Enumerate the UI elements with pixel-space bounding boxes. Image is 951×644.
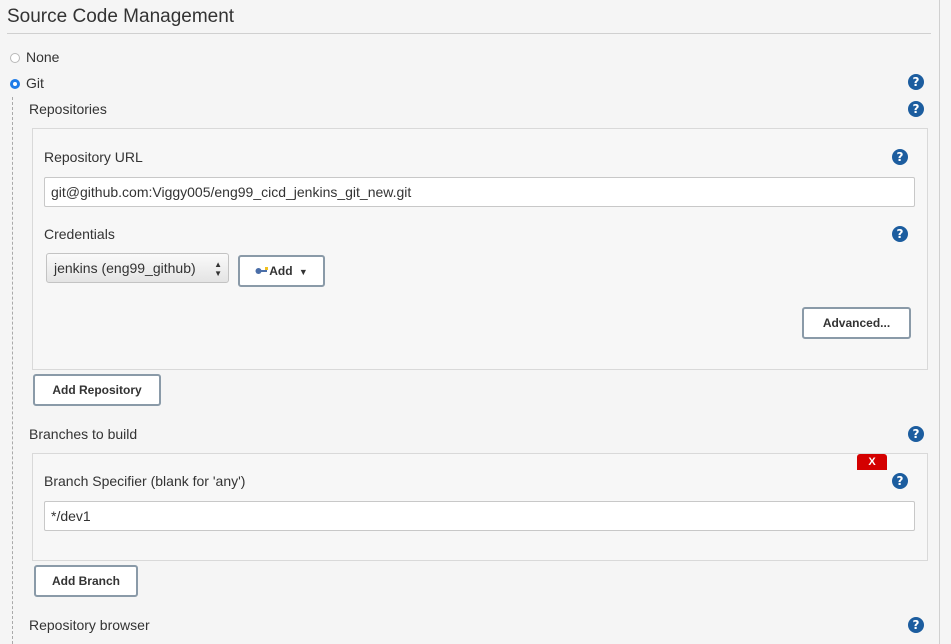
repository-url-input[interactable]: git@github.com:Viggy005/eng99_cicd_jenki…	[44, 177, 915, 207]
repository-url-help-icon[interactable]: ?	[892, 149, 908, 165]
git-help-icon[interactable]: ?	[908, 74, 924, 90]
section-title: Source Code Management	[7, 6, 235, 27]
branch-specifier-label: Branch Specifier (blank for 'any')	[44, 473, 246, 489]
git-options-indent-line	[12, 97, 13, 644]
branch-specifier-help-icon[interactable]: ?	[892, 473, 908, 489]
add-credentials-label: Add	[269, 264, 293, 278]
branches-help-icon[interactable]: ?	[908, 426, 924, 442]
repository-url-label: Repository URL	[44, 149, 143, 165]
scm-none-label[interactable]: None	[26, 49, 59, 65]
credentials-help-icon[interactable]: ?	[892, 226, 908, 242]
add-branch-button[interactable]: Add Branch	[34, 565, 138, 597]
repositories-help-icon[interactable]: ?	[908, 101, 924, 117]
repositories-label: Repositories	[29, 101, 107, 117]
key-icon	[255, 267, 269, 274]
caret-down-icon: ▼	[298, 267, 308, 277]
scm-git-radio[interactable]	[10, 79, 20, 89]
add-repository-button[interactable]: Add Repository	[33, 374, 161, 406]
repository-panel	[32, 128, 928, 370]
advanced-button[interactable]: Advanced...	[802, 307, 911, 339]
credentials-select-value: jenkins (eng99_github)	[54, 260, 196, 276]
scm-none-radio[interactable]	[10, 53, 20, 63]
page-right-border	[939, 0, 940, 644]
branches-label: Branches to build	[29, 426, 138, 442]
title-divider	[7, 33, 931, 34]
repository-browser-label: Repository browser	[29, 617, 150, 633]
add-credentials-button[interactable]: Add ▼	[238, 255, 325, 287]
delete-branch-button[interactable]: X	[857, 454, 887, 470]
repository-browser-help-icon[interactable]: ?	[908, 617, 924, 633]
branch-specifier-input[interactable]: */dev1	[44, 501, 915, 531]
credentials-select[interactable]: jenkins (eng99_github) ▲ ▼	[46, 253, 229, 283]
credentials-label: Credentials	[44, 226, 115, 242]
select-arrows-icon: ▲ ▼	[214, 260, 222, 278]
scm-git-label[interactable]: Git	[26, 75, 44, 91]
